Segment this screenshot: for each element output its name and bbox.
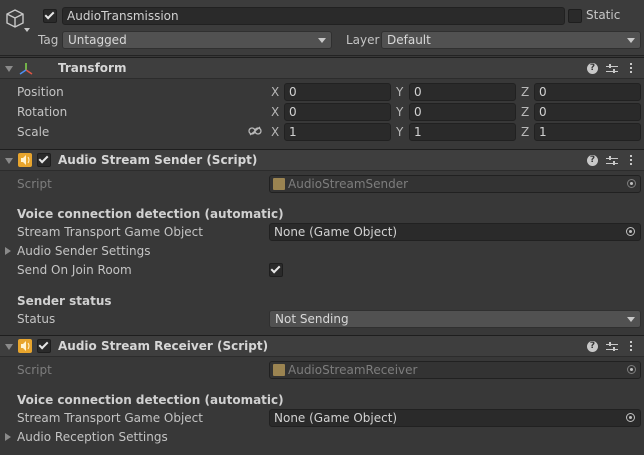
rotation-z-field[interactable]: 0 <box>534 103 641 121</box>
check-icon <box>38 153 49 164</box>
rotation-y-field[interactable]: 0 <box>409 103 516 121</box>
layer-dropdown[interactable]: Default <box>381 31 641 49</box>
transform-header[interactable]: Transform ? <box>0 57 644 79</box>
help-icon[interactable]: ? <box>587 63 598 74</box>
chevron-down-icon <box>627 317 635 322</box>
foldout-expanded-icon[interactable] <box>5 158 13 164</box>
sender-script-field: AudioStreamSender <box>269 175 641 193</box>
receiver-voice-section-heading: Voice connection detection (automatic) <box>17 393 284 407</box>
sender-voice-section-heading: Voice connection detection (automatic) <box>17 207 284 221</box>
kebab-menu-icon[interactable] <box>630 63 633 75</box>
position-x-field[interactable]: 0 <box>284 83 391 101</box>
active-checkbox[interactable] <box>43 9 57 23</box>
tag-label: Tag <box>38 33 59 47</box>
static-checkbox[interactable] <box>568 9 582 23</box>
presets-icon[interactable] <box>606 156 618 166</box>
audio-sender-settings-foldout[interactable]: Audio Sender Settings <box>17 244 151 258</box>
audio-reception-settings-foldout[interactable]: Audio Reception Settings <box>17 430 168 444</box>
position-z-field[interactable]: 0 <box>534 83 641 101</box>
chevron-down-icon <box>627 38 635 43</box>
transform-axes-icon <box>19 63 33 75</box>
status-label: Status <box>17 312 56 326</box>
help-icon[interactable]: ? <box>587 155 598 166</box>
receiver-stream-transport-field[interactable]: None (Game Object) <box>269 409 641 427</box>
layer-value: Default <box>387 33 431 47</box>
scale-y-axis[interactable]: Y <box>396 125 403 139</box>
sender-component-header[interactable]: Audio Stream Sender (Script) ? <box>0 149 644 171</box>
status-dropdown[interactable]: Not Sending <box>269 310 641 328</box>
send-on-join-label: Send On Join Room <box>17 263 132 277</box>
rotation-z-axis[interactable]: Z <box>521 105 529 119</box>
check-icon <box>38 339 49 350</box>
scale-z-axis[interactable]: Z <box>521 125 529 139</box>
foldout-collapsed-icon[interactable] <box>5 247 11 255</box>
receiver-script-field: AudioStreamReceiver <box>269 361 641 379</box>
object-name-field[interactable]: AudioTransmission <box>62 7 565 25</box>
sender-script-label: Script <box>17 177 52 191</box>
position-z-axis[interactable]: Z <box>521 85 529 99</box>
kebab-menu-icon[interactable] <box>630 341 633 353</box>
script-asset-icon <box>273 178 285 190</box>
sender-stream-transport-label: Stream Transport Game Object <box>17 225 203 239</box>
layer-label: Layer <box>346 33 380 47</box>
help-icon[interactable]: ? <box>587 341 598 352</box>
sender-title: Audio Stream Sender (Script) <box>58 153 258 167</box>
foldout-collapsed-icon[interactable] <box>5 433 11 441</box>
presets-icon[interactable] <box>606 64 618 74</box>
sender-stream-transport-value: None (Game Object) <box>274 225 398 239</box>
scale-x-axis[interactable]: X <box>271 125 279 139</box>
object-picker-icon <box>627 179 636 188</box>
rotation-y-axis[interactable]: Y <box>396 105 403 119</box>
chevron-down-icon <box>318 38 326 43</box>
audio-script-icon <box>18 339 32 353</box>
inspector-header: AudioTransmission Static Tag Untagged La… <box>0 0 644 56</box>
icon-dropdown-caret-icon[interactable] <box>24 28 30 32</box>
sender-status-heading: Sender status <box>17 294 112 308</box>
receiver-title: Audio Stream Receiver (Script) <box>58 339 269 353</box>
receiver-script-label: Script <box>17 363 52 377</box>
rotation-x-axis[interactable]: X <box>271 105 279 119</box>
rotation-x-field[interactable]: 0 <box>284 103 391 121</box>
position-x-axis[interactable]: X <box>271 85 279 99</box>
object-picker-icon[interactable] <box>626 227 635 236</box>
check-icon <box>270 263 281 274</box>
position-y-axis[interactable]: Y <box>396 85 403 99</box>
receiver-script-value: AudioStreamReceiver <box>288 363 418 377</box>
receiver-component-header[interactable]: Audio Stream Receiver (Script) ? <box>0 335 644 357</box>
static-label: Static <box>586 8 621 22</box>
receiver-stream-transport-value: None (Game Object) <box>274 411 398 425</box>
audio-script-icon <box>18 153 32 167</box>
position-y-field[interactable]: 0 <box>409 83 516 101</box>
scale-label: Scale <box>17 125 50 139</box>
receiver-stream-transport-label: Stream Transport Game Object <box>17 411 203 425</box>
kebab-menu-icon[interactable] <box>630 155 633 167</box>
script-asset-icon <box>273 364 285 376</box>
position-label: Position <box>17 85 64 99</box>
transform-title: Transform <box>58 61 127 75</box>
object-picker-icon <box>627 365 636 374</box>
rotation-label: Rotation <box>17 105 68 119</box>
scale-x-field[interactable]: 1 <box>284 123 391 141</box>
presets-icon[interactable] <box>606 342 618 352</box>
sender-stream-transport-field[interactable]: None (Game Object) <box>269 223 641 241</box>
tag-dropdown[interactable]: Untagged <box>62 31 332 49</box>
sender-script-value: AudioStreamSender <box>288 177 409 191</box>
sender-enabled-checkbox[interactable] <box>37 153 51 167</box>
status-value: Not Sending <box>275 312 349 326</box>
object-picker-icon[interactable] <box>626 413 635 422</box>
send-on-join-checkbox[interactable] <box>269 263 283 277</box>
constrain-proportions-link-icon[interactable] <box>248 126 262 136</box>
scale-z-field[interactable]: 1 <box>534 123 641 141</box>
foldout-expanded-icon[interactable] <box>5 66 13 72</box>
receiver-enabled-checkbox[interactable] <box>37 339 51 353</box>
tag-value: Untagged <box>68 33 127 47</box>
check-icon <box>44 9 55 20</box>
scale-y-field[interactable]: 1 <box>409 123 516 141</box>
foldout-expanded-icon[interactable] <box>5 344 13 350</box>
